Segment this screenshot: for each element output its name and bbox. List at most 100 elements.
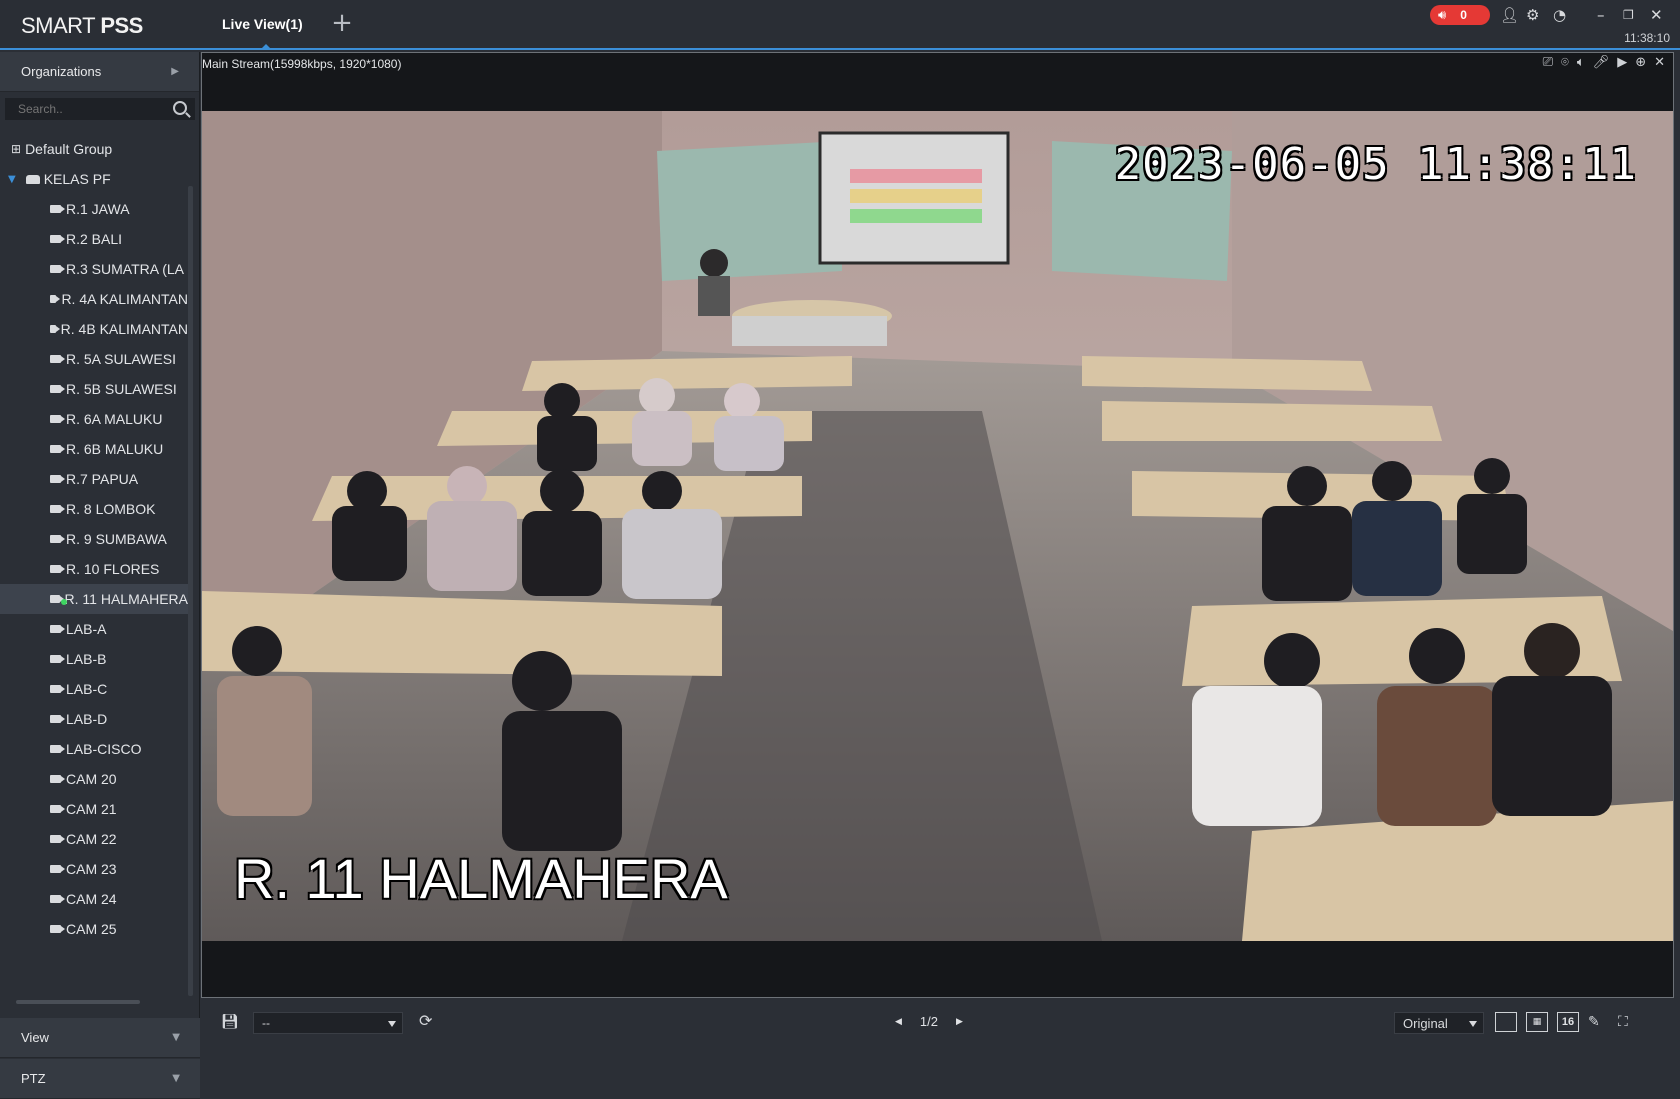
alarm-badge[interactable]: 🔊︎ 0 xyxy=(1430,5,1490,25)
prev-page-icon[interactable]: ◀ xyxy=(895,1017,902,1027)
aspect-ratio-select[interactable]: Original xyxy=(1394,1012,1484,1034)
device-list: R.1 JAWA R.2 BALI R.3 SUMATRA (LA R. 4A KAL… xyxy=(0,194,200,944)
tree-device-item[interactable]: R.1 JAWA xyxy=(0,194,188,224)
close-icon[interactable]: ✕ xyxy=(1650,6,1663,24)
tree-root-default-group[interactable]: ⊞ Default Group xyxy=(0,134,188,164)
tree-device-label: R. 6A MALUKU xyxy=(66,411,163,427)
camera-icon xyxy=(50,805,65,813)
gear-icon[interactable]: ⚙ xyxy=(1526,6,1539,24)
tree-device-item[interactable]: R. 6B MALUKU xyxy=(0,434,188,464)
camera-icon xyxy=(50,295,62,303)
refresh-icon[interactable]: ⟳ xyxy=(419,1011,432,1030)
tree-device-label: R.7 PAPUA xyxy=(66,471,139,487)
tree-device-label: LAB-A xyxy=(66,621,107,637)
ptz-label: PTZ xyxy=(21,1071,46,1086)
performance-icon[interactable]: ◔ xyxy=(1553,6,1566,24)
tree-device-item[interactable]: R. 6A MALUKU xyxy=(0,404,188,434)
layout-1-button[interactable] xyxy=(1495,1012,1517,1032)
view-select[interactable]: -- xyxy=(253,1012,403,1034)
stream-info: Main Stream(15998kbps, 1920*1080) xyxy=(202,57,402,71)
tree-device-item[interactable]: R. 5A SULAWESI xyxy=(0,344,188,374)
custom-layout-icon[interactable]: ✎ xyxy=(1588,1014,1600,1030)
tab-live-view[interactable]: Live View(1) xyxy=(212,0,313,48)
tree-device-item[interactable]: LAB-A xyxy=(0,614,188,644)
minimize-icon[interactable]: – xyxy=(1597,6,1605,24)
layout-16-button[interactable]: 16 xyxy=(1557,1012,1579,1032)
tree-device-item[interactable]: CAM 23 xyxy=(0,854,188,884)
tree-group-kelas-pf[interactable]: ▼ KELAS PF xyxy=(0,164,188,194)
classroom-scene-image xyxy=(202,111,1673,941)
live-view-window[interactable]: Main Stream(15998kbps, 1920*1080) ⎚ ⌾ 🔈︎… xyxy=(201,52,1674,998)
save-view-icon[interactable]: 💾︎ xyxy=(221,1014,239,1030)
tree-device-label: R. 4A KALIMANTAN xyxy=(61,291,188,307)
close-window-icon[interactable]: ✕ xyxy=(1654,55,1665,70)
add-tab-icon[interactable]: + xyxy=(330,10,354,36)
next-page-icon[interactable]: ▶ xyxy=(956,1017,963,1027)
expand-arrow-icon[interactable]: ▼ xyxy=(8,174,16,185)
tree-root-label: Default Group xyxy=(25,141,113,157)
tree-scrollbar[interactable] xyxy=(188,186,193,996)
camera-icon xyxy=(50,415,65,423)
tree-device-label: CAM 21 xyxy=(66,801,117,817)
org-icon: ⊞ xyxy=(11,142,22,156)
tree-device-item[interactable]: R.3 SUMATRA (LA xyxy=(0,254,188,284)
tree-device-item[interactable]: CAM 25 xyxy=(0,914,188,944)
tree-device-item[interactable]: R. 5B SULAWESI xyxy=(0,374,188,404)
tree-device-item[interactable]: LAB-CISCO xyxy=(0,734,188,764)
top-bar: SMART PSS Live View(1) + 🔊︎ 0 👤︎ ⚙ ◔ – ❐… xyxy=(0,0,1680,50)
tree-device-item[interactable]: CAM 24 xyxy=(0,884,188,914)
tree-device-label: LAB-D xyxy=(66,711,108,727)
chevron-down-icon: ▼ xyxy=(172,1032,180,1043)
tree-device-label: LAB-CISCO xyxy=(66,741,142,757)
tree-device-item[interactable]: CAM 20 xyxy=(0,764,188,794)
camera-icon xyxy=(50,655,65,663)
camera-icon xyxy=(50,715,65,723)
tree-device-item[interactable]: R. 10 FLORES xyxy=(0,554,188,584)
view-header[interactable]: View ▼ xyxy=(0,1018,200,1058)
app-logo: SMART PSS xyxy=(21,13,143,38)
zoom-icon[interactable]: ⊕ xyxy=(1635,55,1646,70)
talk-icon[interactable]: 🎤︎ xyxy=(1593,55,1610,70)
search-icon[interactable] xyxy=(173,101,187,115)
speaker-icon: 🔊︎ xyxy=(1438,7,1447,23)
record-icon[interactable]: ▶ xyxy=(1617,55,1627,70)
fullscreen-icon[interactable]: ⛶ xyxy=(1618,1014,1628,1030)
tree-device-label: LAB-C xyxy=(66,681,108,697)
restore-icon[interactable]: ❐ xyxy=(1623,8,1634,22)
camera-icon xyxy=(50,685,65,693)
layout-grid-button[interactable]: ▦ xyxy=(1526,1012,1548,1032)
tree-device-item[interactable]: R. 4A KALIMANTAN xyxy=(0,284,188,314)
tree-device-item[interactable]: R.2 BALI xyxy=(0,224,188,254)
camera-icon xyxy=(50,355,65,363)
camera-icon xyxy=(50,325,60,333)
tree-device-item[interactable]: CAM 22 xyxy=(0,824,188,854)
tree-device-item[interactable]: R. 4B KALIMANTAN xyxy=(0,314,188,344)
tree-device-label: R. 4B KALIMANTAN xyxy=(60,321,188,337)
snapshot-icon[interactable]: ⌾ xyxy=(1561,55,1569,70)
tree-device-label: CAM 25 xyxy=(66,921,117,937)
tree-device-item[interactable]: R.7 PAPUA xyxy=(0,464,188,494)
tree-device-item[interactable]: CAM 21 xyxy=(0,794,188,824)
tree-device-item[interactable]: R. 11 HALMAHERA xyxy=(0,584,188,614)
tree-device-item[interactable]: R. 9 SUMBAWA xyxy=(0,524,188,554)
audio-icon[interactable]: 🔈︎ xyxy=(1577,55,1585,70)
user-icon[interactable]: 👤︎ xyxy=(1500,6,1519,24)
page-indicator: 1/2 xyxy=(919,1014,938,1029)
tree-device-label: CAM 20 xyxy=(66,771,117,787)
fisheye-icon[interactable]: ⎚ xyxy=(1543,55,1553,70)
tree-device-item[interactable]: R. 8 LOMBOK xyxy=(0,494,188,524)
active-tab-indicator xyxy=(261,44,271,49)
search-input[interactable] xyxy=(5,98,195,120)
tree-device-label: R.3 SUMATRA (LA xyxy=(66,261,184,277)
camera-video-feed[interactable]: 2023-06-05 11:38:11 R. 11 HALMAHERA xyxy=(202,111,1673,941)
camera-icon xyxy=(50,565,65,573)
tree-device-item[interactable]: LAB-B xyxy=(0,644,188,674)
organizations-header[interactable]: Organizations ▶ xyxy=(0,52,199,92)
tree-horizontal-scrollbar[interactable] xyxy=(16,1000,140,1004)
tree-device-item[interactable]: LAB-C xyxy=(0,674,188,704)
tree-device-item[interactable]: LAB-D xyxy=(0,704,188,734)
pager: ◀ 1/2 ▶ xyxy=(895,1014,963,1029)
sidebar: Organizations ▶ ⊞ Default Group ▼ KELAS … xyxy=(0,52,200,1099)
ptz-header[interactable]: PTZ ▼ xyxy=(0,1059,200,1099)
chevron-down-icon xyxy=(1469,1021,1477,1027)
